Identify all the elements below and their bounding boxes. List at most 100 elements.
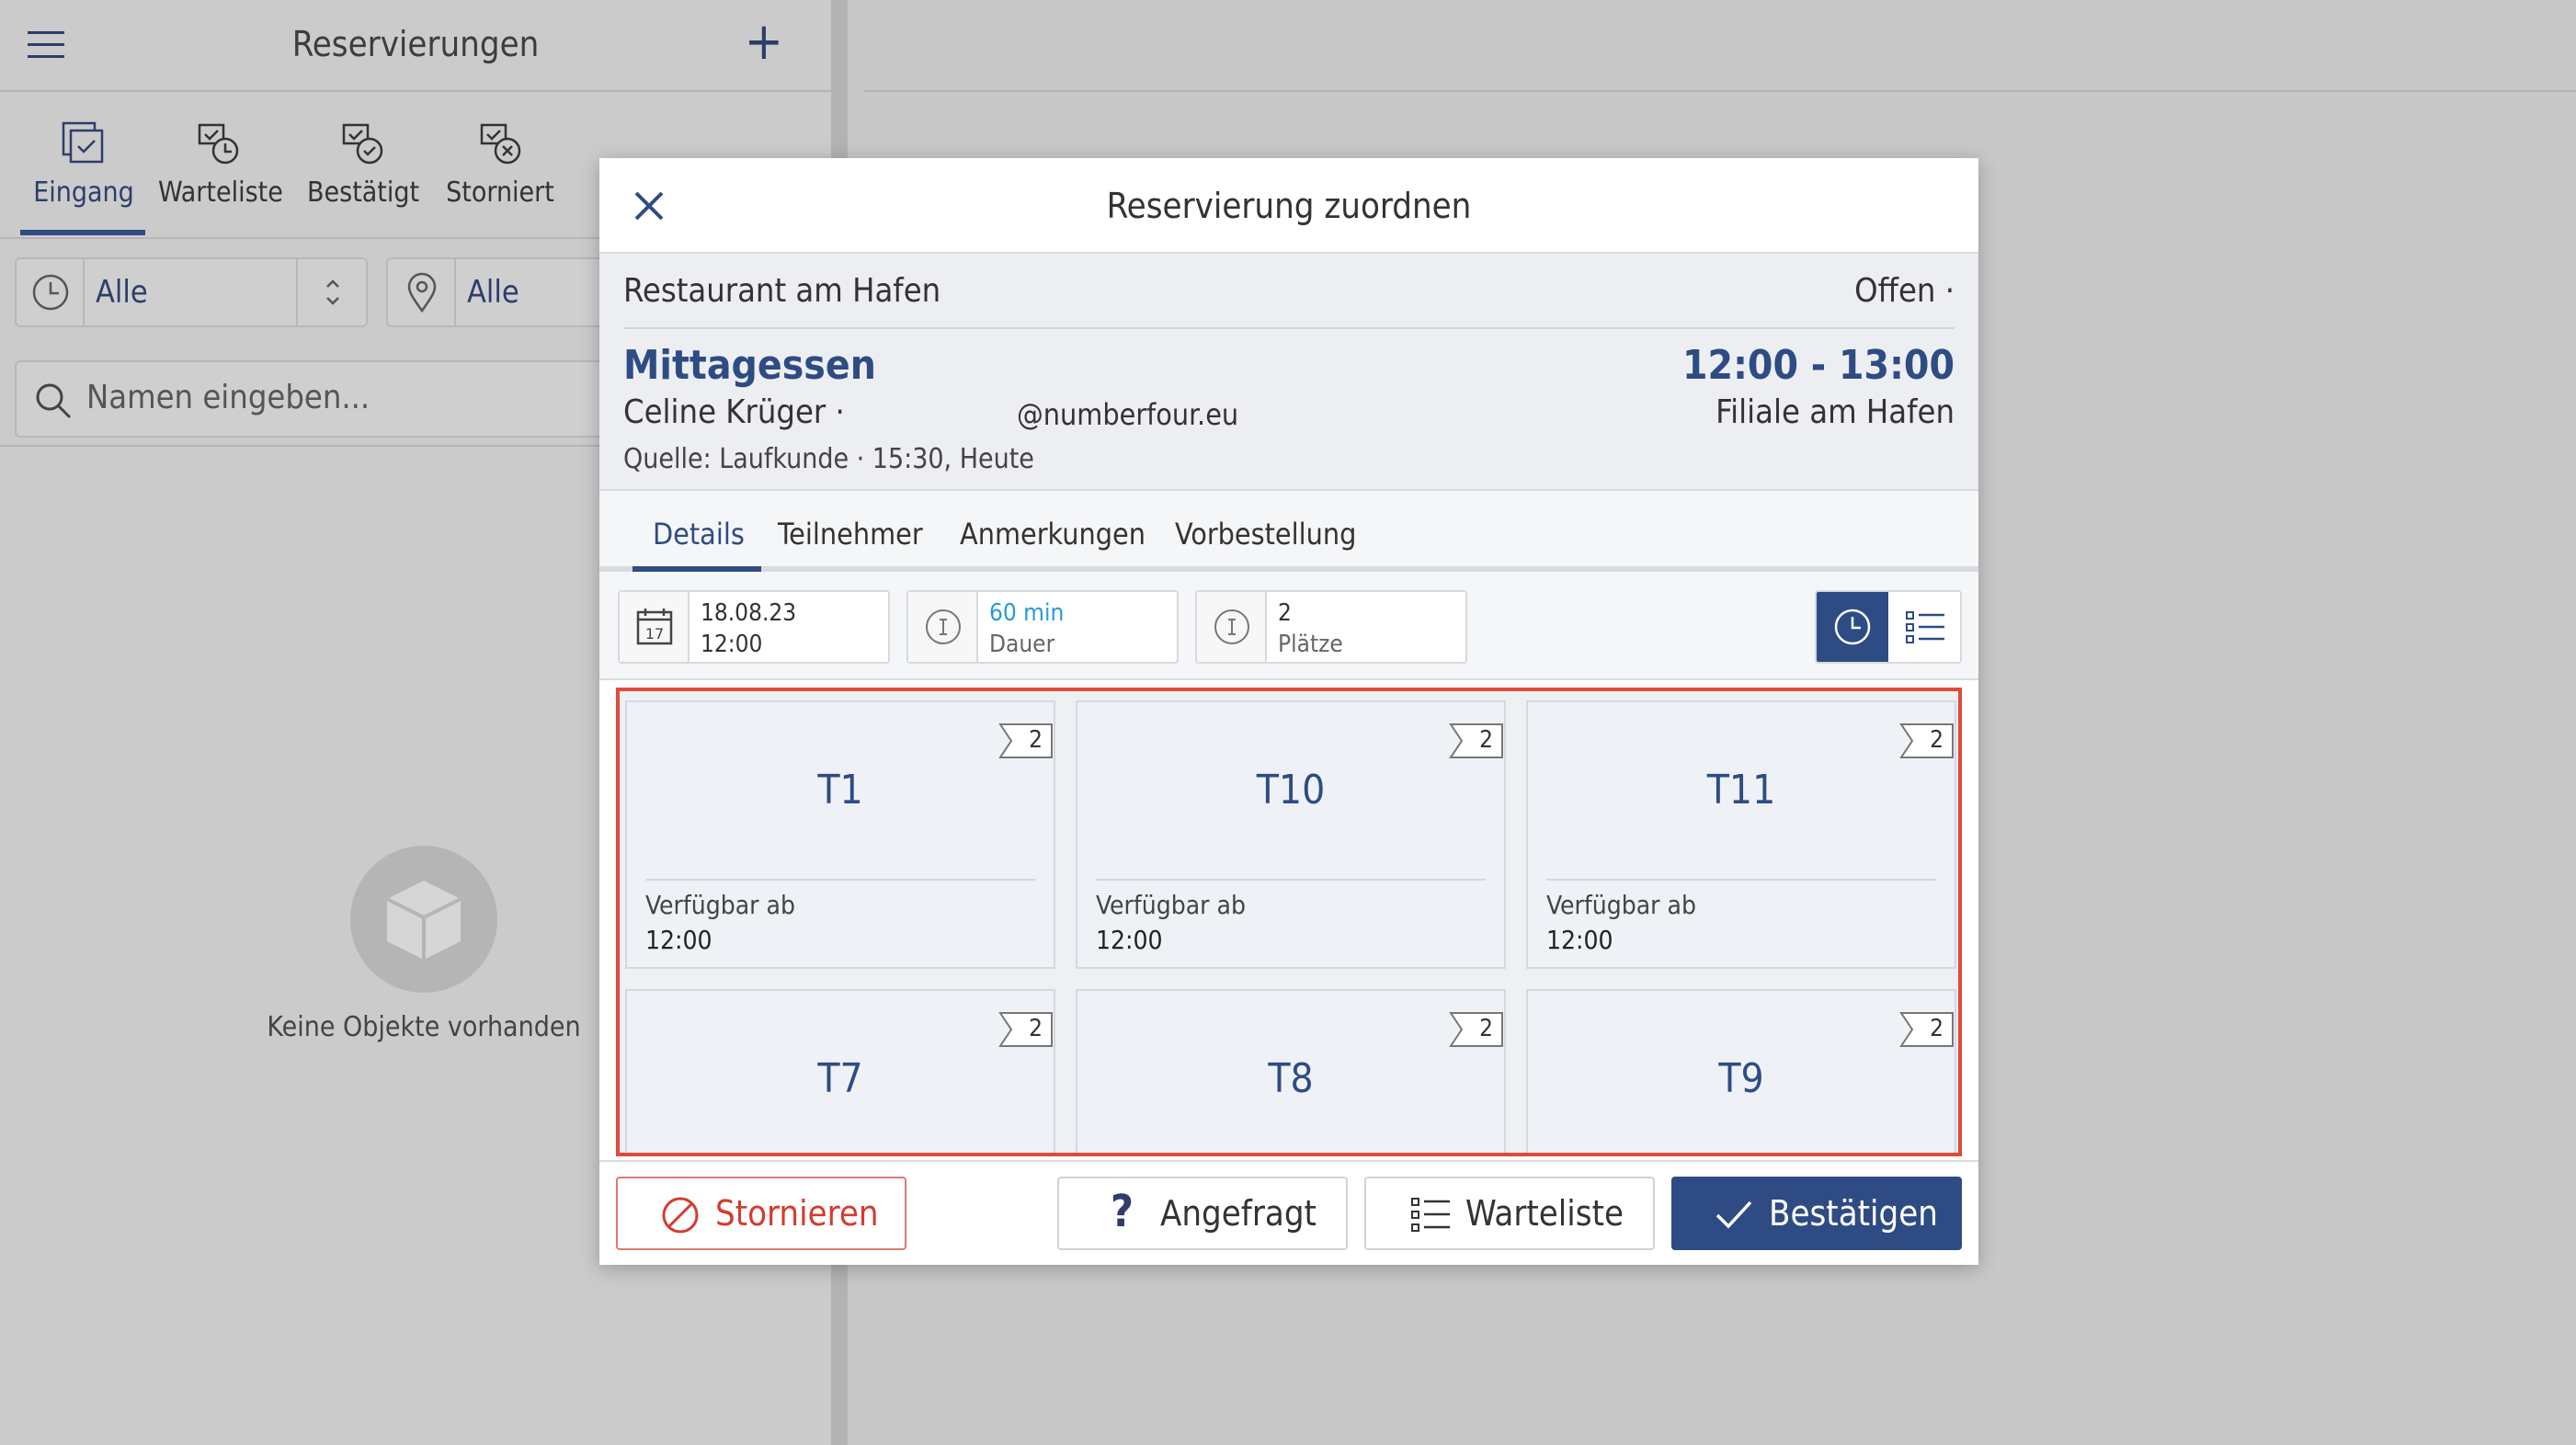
divider: [1096, 879, 1486, 881]
table-capacity: 2: [1479, 726, 1493, 754]
reservation-summary: Restaurant am Hafen Offen · Mittagessen …: [599, 254, 1978, 491]
table-capacity: 2: [1930, 1015, 1943, 1042]
dialog-tabs: Details Teilnehmer Anmerkungen Vorbestel…: [599, 491, 1978, 572]
table-card-t1[interactable]: 2 T1 Verfügbar ab 12:00: [625, 700, 1055, 969]
add-reservation-button[interactable]: +: [745, 17, 783, 68]
tab-storniert[interactable]: Storniert: [445, 119, 555, 209]
search-icon: [36, 383, 72, 419]
dialog-header: Reservierung zuordnen: [599, 158, 1978, 254]
tab-anmerkungen[interactable]: Anmerkungen: [960, 517, 1146, 552]
capacity-tag-icon: [1899, 723, 1954, 758]
table-card-t8[interactable]: 2 T8: [1076, 989, 1506, 1153]
guest-email: @numberfour.eu: [1017, 397, 1239, 432]
waitlist-button[interactable]: Warteliste: [1364, 1177, 1655, 1250]
list-icon: [1906, 611, 1944, 643]
tab-vorbestellung[interactable]: Vorbestellung: [1175, 517, 1356, 552]
time-filter[interactable]: Alle: [15, 257, 368, 327]
info-icon: [1197, 592, 1267, 662]
dialog-footer: Stornieren ? Angefragt Warteliste Bestät…: [599, 1160, 1978, 1265]
date-value: 18.08.23: [701, 599, 797, 627]
button-label: Angefragt: [1160, 1193, 1316, 1234]
divider: [864, 90, 2576, 92]
branch-name: Filiale am Hafen: [1715, 393, 1955, 431]
clock-icon: [17, 259, 85, 325]
tab-warteliste[interactable]: Warteliste: [158, 119, 283, 209]
table-capacity: 2: [1029, 726, 1043, 754]
duration-field[interactable]: 60 min Dauer: [906, 590, 1179, 664]
availability-label: Verfügbar ab: [1546, 890, 1696, 920]
stepper-icon[interactable]: [296, 259, 366, 325]
tab-label: Warteliste: [158, 176, 283, 209]
table-card-t10[interactable]: 2 T10 Verfügbar ab 12:00: [1076, 700, 1506, 969]
table-capacity: 2: [1479, 1015, 1493, 1042]
cancel-reservation-button[interactable]: Stornieren: [616, 1177, 906, 1250]
table-name: T1: [817, 767, 863, 814]
table-name: T10: [1256, 767, 1326, 814]
tab-eingang[interactable]: Eingang: [33, 119, 134, 209]
location-pin-icon: [388, 259, 456, 325]
capacity-tag-icon: [998, 1012, 1053, 1047]
cancelled-icon: [480, 123, 521, 165]
button-label: Stornieren: [715, 1193, 879, 1234]
cancel-circle-icon: [662, 1197, 699, 1234]
tab-label: Storniert: [446, 176, 554, 209]
time-value: 12:00: [701, 631, 763, 658]
availability-time: 12:00: [1096, 925, 1163, 955]
availability-time: 12:00: [1546, 925, 1613, 955]
waitlist-icon: [198, 123, 239, 165]
date-field[interactable]: 17 18.08.23 12:00: [618, 590, 890, 664]
seats-value: 2: [1278, 599, 1292, 627]
list-view-button[interactable]: [1888, 592, 1960, 662]
time-filter-value: Alle: [96, 274, 148, 311]
availability-time: 12:00: [645, 925, 712, 955]
event-name: Mittagessen: [623, 342, 876, 389]
table-card-t9[interactable]: 2 T9: [1526, 989, 1956, 1153]
requested-button[interactable]: ? Angefragt: [1057, 1177, 1348, 1250]
reservation-fields: 17 18.08.23 12:00 60 min Dauer 2 Plätze: [599, 572, 1978, 680]
table-name: T11: [1706, 767, 1776, 814]
guest-name: Celine Krüger ·: [623, 393, 845, 431]
dialog-title: Reservierung zuordnen: [1106, 186, 1472, 226]
table-capacity: 2: [1029, 1015, 1043, 1042]
inbox-icon: [62, 121, 104, 164]
table-card-t11[interactable]: 2 T11 Verfügbar ab 12:00: [1526, 700, 1956, 969]
panel-title: Reservierungen: [291, 24, 540, 64]
duration-value: 60 min: [989, 599, 1065, 627]
divider: [623, 327, 1955, 329]
tab-teilnehmer[interactable]: Teilnehmer: [778, 517, 923, 552]
confirmed-icon: [342, 123, 383, 165]
clock-view-button[interactable]: [1817, 592, 1888, 662]
table-name: T7: [817, 1055, 863, 1102]
box-icon: [350, 846, 497, 993]
duration-label: Dauer: [989, 631, 1055, 658]
availability-label: Verfügbar ab: [1096, 890, 1246, 920]
info-icon: [908, 592, 978, 662]
button-label: Warteliste: [1465, 1193, 1624, 1234]
panel-header: Reservierungen +: [0, 0, 831, 92]
capacity-tag-icon: [1899, 1012, 1954, 1047]
location-filter-value: Alle: [467, 274, 519, 311]
clock-icon: [1834, 609, 1871, 645]
tab-label: Eingang: [33, 176, 134, 209]
availability-label: Verfügbar ab: [645, 890, 795, 920]
table-name: T8: [1268, 1055, 1314, 1102]
capacity-tag-icon: [1449, 723, 1503, 758]
question-icon: ?: [1111, 1186, 1134, 1237]
time-range: 12:00 - 13:00: [1682, 342, 1955, 389]
divider: [1546, 879, 1936, 881]
table-card-t7[interactable]: 2 T7: [625, 989, 1055, 1153]
seats-field[interactable]: 2 Plätze: [1195, 590, 1467, 664]
status-badge[interactable]: Offen ·: [1854, 272, 1955, 310]
view-toggle: [1815, 590, 1962, 664]
button-label: Bestätigen: [1769, 1193, 1938, 1234]
confirm-button[interactable]: Bestätigen: [1671, 1177, 1962, 1250]
divider: [645, 879, 1035, 881]
active-tab-indicator: [20, 230, 145, 235]
list-icon: [1411, 1198, 1450, 1232]
calendar-icon: 17: [620, 592, 690, 662]
table-grid: 2 T1 Verfügbar ab 12:00 2 T10 Verfügbar …: [616, 688, 1962, 1156]
tab-label: Bestätigt: [307, 176, 420, 209]
tab-bestaetigt[interactable]: Bestätigt: [307, 119, 420, 209]
svg-text:17: 17: [645, 625, 664, 643]
tab-details[interactable]: Details: [653, 517, 745, 552]
